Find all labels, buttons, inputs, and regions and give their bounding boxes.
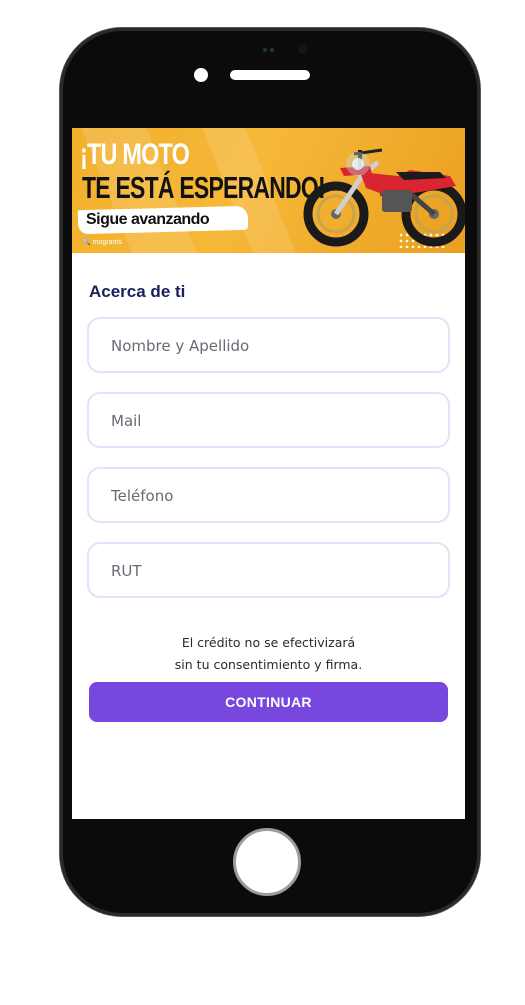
banner-headline-2: TE ESTÁ ESPERANDO! <box>82 170 326 205</box>
about-you-form: Acerca de ti El crédito no se efectiviza… <box>72 282 465 722</box>
rut-input[interactable] <box>109 544 433 598</box>
phone-screen: ¡TU MOTO TE ESTÁ ESPERANDO! Sigue avanza… <box>72 128 465 819</box>
banner-headline-1: ¡TU MOTO <box>80 138 190 171</box>
continue-button[interactable]: CONTINUAR <box>89 682 448 722</box>
brand-logo-icon: 🔍 mogrants <box>82 239 122 246</box>
earpiece-speaker <box>230 70 310 80</box>
consent-disclaimer: El crédito no se efectivizará sin tu con… <box>87 632 450 676</box>
disclaimer-line-2: sin tu consentimiento y firma. <box>174 657 363 672</box>
form-title: Acerca de ti <box>89 282 186 301</box>
sensor-dot <box>270 48 274 52</box>
email-field[interactable] <box>87 392 450 448</box>
front-camera <box>298 44 308 54</box>
brand-logo-text: mogrants <box>92 239 122 246</box>
banner-subheadline: Sigue avanzando <box>86 211 210 228</box>
email-input[interactable] <box>109 394 433 448</box>
proximity-dot <box>194 68 208 82</box>
home-button[interactable] <box>233 828 301 896</box>
motorcycle-image <box>303 148 465 247</box>
rut-field[interactable] <box>87 542 450 598</box>
name-input[interactable] <box>109 319 433 373</box>
phone-input[interactable] <box>109 469 433 523</box>
phone-field[interactable] <box>87 467 450 523</box>
phone-frame: ¡TU MOTO TE ESTÁ ESPERANDO! Sigue avanza… <box>60 28 480 916</box>
sensor-dot <box>263 48 267 52</box>
promo-banner: ¡TU MOTO TE ESTÁ ESPERANDO! Sigue avanza… <box>72 128 465 253</box>
name-field[interactable] <box>87 317 450 373</box>
disclaimer-line-1: El crédito no se efectivizará <box>181 635 356 650</box>
